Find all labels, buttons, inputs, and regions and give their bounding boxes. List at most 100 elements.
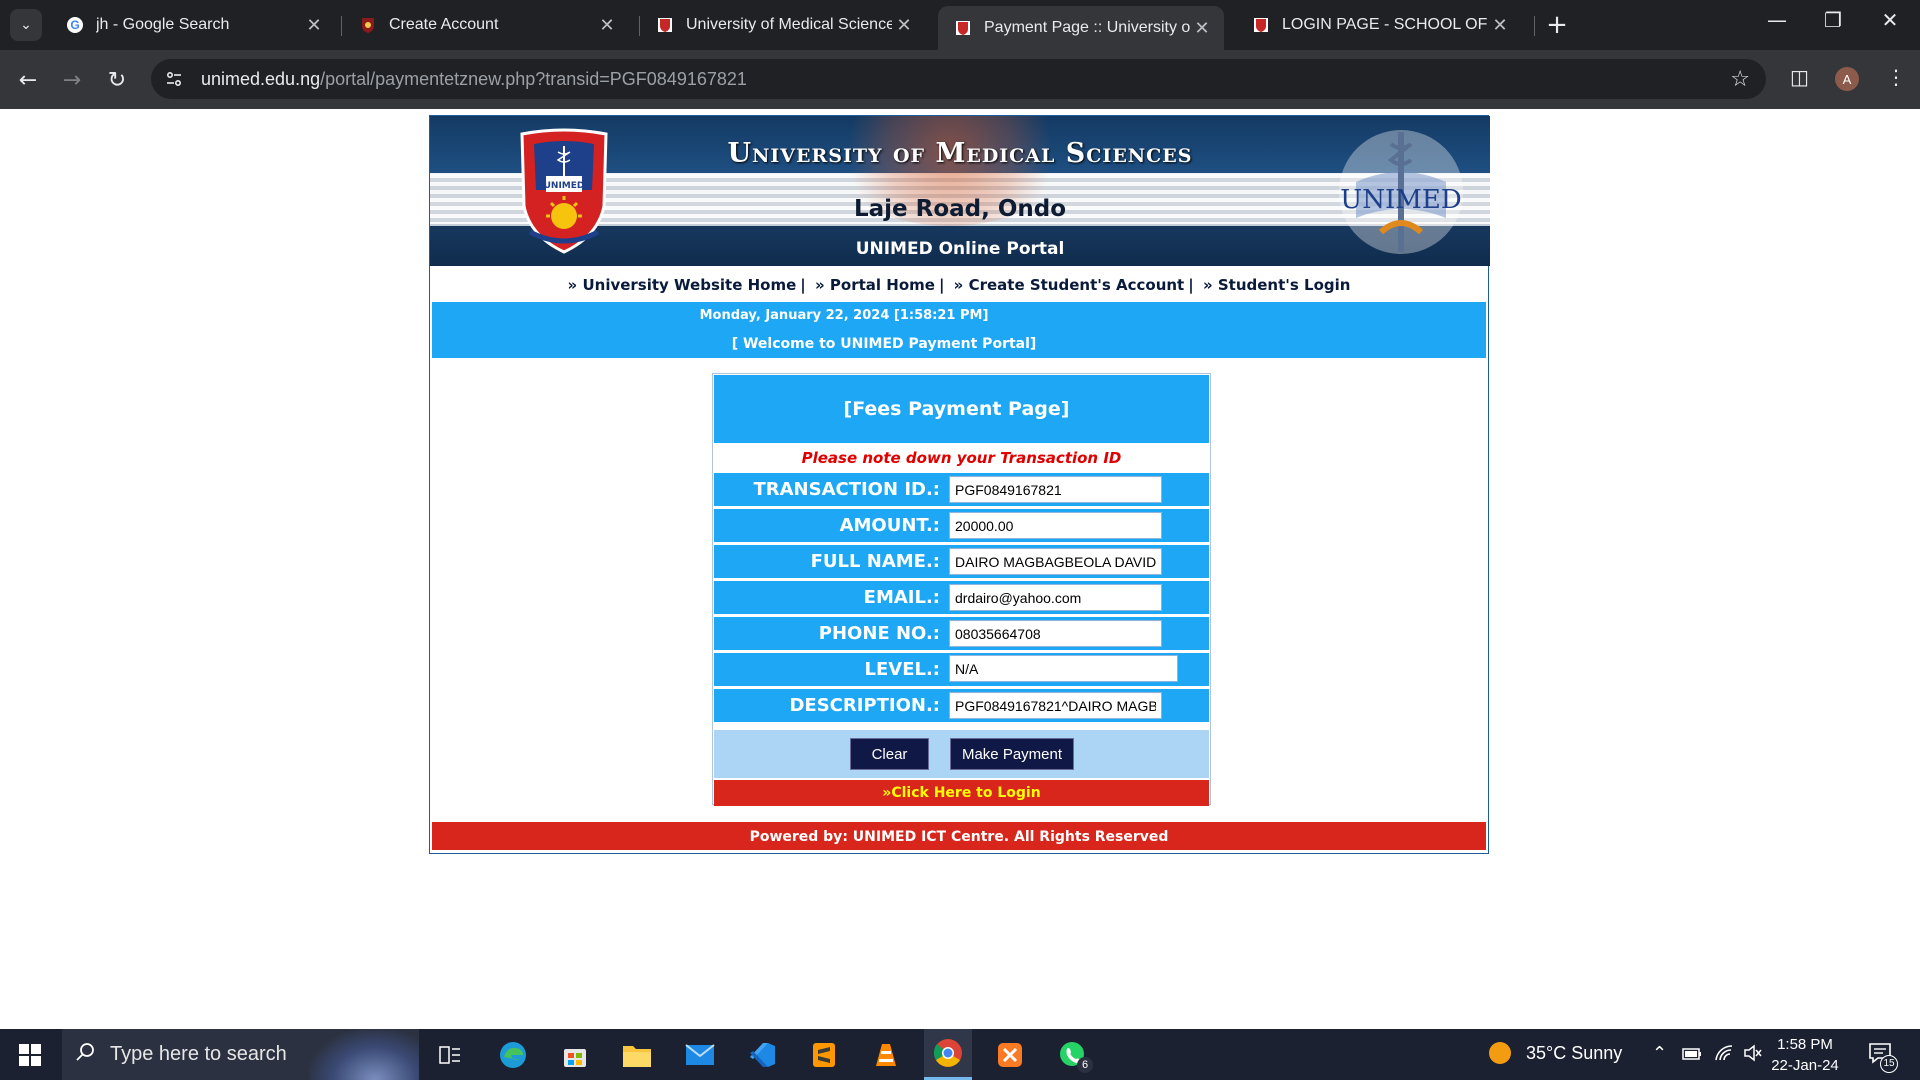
email-field[interactable] — [949, 584, 1162, 611]
weather-text[interactable]: 35°C Sunny — [1526, 1043, 1622, 1064]
level-field[interactable] — [949, 655, 1178, 682]
field-label: AMOUNT.: — [839, 515, 940, 536]
windows-taskbar: Type here to search 6 35°C Sunny ⌃ 1:58 … — [0, 1029, 1920, 1080]
close-window-icon[interactable]: ✕ — [1870, 8, 1910, 32]
field-label: PHONE NO.: — [818, 623, 940, 644]
page-viewport: UNIMED University of Medical Sciences La… — [0, 109, 1920, 1029]
tab-university-home[interactable]: University of Medical Sciences, Ondo ✕ — [640, 8, 926, 42]
field-label: DESCRIPTION.: — [789, 695, 940, 716]
nav-students-login[interactable]: » Student's Login — [1203, 276, 1351, 294]
profile-avatar[interactable]: A — [1835, 67, 1859, 91]
fees-payment-form: [Fees Payment Page] Please note down you… — [712, 373, 1211, 806]
form-heading: [Fees Payment Page] — [714, 375, 1209, 443]
microsoft-store-icon[interactable] — [557, 1037, 593, 1073]
bookmark-star-icon[interactable]: ☆ — [1730, 67, 1750, 92]
close-tab-icon[interactable]: ✕ — [1190, 18, 1214, 39]
tab-google-search[interactable]: G jh - Google Search ✕ — [50, 8, 336, 42]
make-payment-button[interactable]: Make Payment — [950, 738, 1074, 770]
tab-title: University of Medical Sciences, Ondo — [686, 16, 892, 33]
wifi-icon[interactable] — [1714, 1044, 1734, 1067]
sublime-text-icon[interactable] — [806, 1037, 842, 1073]
tab-title: Payment Page :: University of Medical Sc… — [984, 19, 1190, 36]
welcome-message: [ Welcome to UNIMED Payment Portal] — [731, 336, 1037, 352]
tab-title: jh - Google Search — [96, 16, 230, 33]
close-tab-icon[interactable]: ✕ — [892, 15, 916, 36]
click-here-to-login-link[interactable]: »Click Here to Login — [714, 780, 1209, 806]
taskbar-clock[interactable]: 1:58 PM 22-Jan-24 — [1770, 1034, 1840, 1076]
field-label: FULL NAME.: — [810, 551, 940, 572]
vscode-icon[interactable] — [744, 1037, 780, 1073]
clear-button[interactable]: Clear — [850, 738, 929, 770]
current-date-time: Monday, January 22, 2024 [1:58:21 PM] — [699, 308, 989, 323]
portal-navigation: » University Website Home | » Portal Home… — [567, 276, 1351, 294]
battery-icon[interactable] — [1682, 1045, 1702, 1066]
form-row-full-name: FULL NAME.: — [714, 542, 1209, 578]
forward-arrow-icon[interactable]: → — [56, 64, 88, 96]
back-arrow-icon[interactable]: ← — [12, 64, 44, 96]
chrome-icon[interactable] — [924, 1029, 972, 1080]
file-explorer-icon[interactable] — [619, 1037, 655, 1073]
search-icon — [76, 1042, 96, 1067]
form-row-amount: AMOUNT.: — [714, 506, 1209, 542]
field-label: LEVEL.: — [864, 659, 941, 680]
clock-time: 1:58 PM — [1777, 1036, 1833, 1053]
nav-university-website-home[interactable]: » University Website Home — [568, 276, 797, 294]
whatsapp-badge: 6 — [1077, 1057, 1093, 1073]
date-welcome-bar: Monday, January 22, 2024 [1:58:21 PM] [ … — [432, 302, 1486, 358]
form-row-phone: PHONE NO.: — [714, 614, 1209, 650]
crest-lettering: UNIMED — [544, 181, 585, 191]
edge-browser-icon[interactable] — [495, 1037, 531, 1073]
site-banner: UNIMED University of Medical Sciences La… — [430, 116, 1490, 266]
site-settings-icon[interactable] — [161, 66, 187, 92]
unimed-crest-icon — [954, 19, 972, 37]
url-text: unimed.edu.ng/portal/paymentetznew.php?t… — [201, 68, 747, 89]
form-row-level: LEVEL.: — [714, 650, 1209, 686]
unimed-crest-icon — [359, 16, 377, 34]
tab-postgraduate-login[interactable]: LOGIN PAGE - SCHOOL OF POSTGRADUATE ✕ — [1236, 8, 1522, 42]
nav-portal-home[interactable]: » Portal Home — [815, 276, 935, 294]
xampp-icon[interactable] — [992, 1037, 1028, 1073]
nav-create-students-account[interactable]: » Create Student's Account — [954, 276, 1185, 294]
close-tab-icon[interactable]: ✕ — [1488, 15, 1512, 36]
mail-icon[interactable] — [682, 1037, 718, 1073]
close-tab-icon[interactable]: ✕ — [302, 15, 326, 36]
amount-field[interactable] — [949, 512, 1162, 539]
minimize-window-icon[interactable]: — — [1757, 8, 1797, 32]
close-tab-icon[interactable]: ✕ — [595, 15, 619, 36]
weather-sun-icon[interactable] — [1488, 1041, 1512, 1070]
whatsapp-icon[interactable]: 6 — [1055, 1037, 1093, 1073]
tab-payment-page[interactable]: Payment Page :: University of Medical Sc… — [938, 6, 1224, 50]
restore-window-icon[interactable]: ❐ — [1813, 8, 1853, 32]
show-hidden-icons-chevron-icon[interactable]: ⌃ — [1652, 1043, 1667, 1064]
form-button-row: Clear Make Payment — [714, 730, 1209, 778]
phone-number-field[interactable] — [949, 620, 1162, 647]
unimed-crest-icon — [656, 16, 674, 34]
windows-start-icon[interactable] — [12, 1037, 48, 1073]
portal-container: UNIMED University of Medical Sciences La… — [429, 115, 1490, 854]
transaction-id-field[interactable] — [949, 476, 1162, 503]
new-tab-button[interactable]: + — [1542, 10, 1572, 40]
description-field[interactable] — [949, 692, 1162, 719]
address-bar[interactable]: unimed.edu.ng/portal/paymentetznew.php?t… — [151, 59, 1766, 99]
more-menu-icon[interactable]: ⋮ — [1886, 65, 1906, 89]
chevron-down-icon: ⌄ — [20, 17, 32, 33]
transaction-id-note: Please note down your Transaction ID — [714, 446, 1209, 470]
browser-toolbar: ← → ↻ unimed.edu.ng/portal/paymentetznew… — [0, 50, 1920, 109]
speaker-muted-icon[interactable] — [1743, 1043, 1763, 1068]
field-label: EMAIL.: — [863, 587, 940, 608]
notifications-icon[interactable]: 15 — [1868, 1041, 1898, 1073]
tab-title: LOGIN PAGE - SCHOOL OF POSTGRADUATE — [1282, 16, 1488, 33]
reload-icon[interactable]: ↻ — [101, 64, 133, 96]
tab-search-dropdown-button[interactable]: ⌄ — [10, 9, 42, 41]
field-label: TRANSACTION ID.: — [753, 479, 940, 500]
side-panel-icon[interactable]: ◫ — [1790, 65, 1809, 89]
notifications-badge: 15 — [1880, 1055, 1898, 1073]
form-row-description: DESCRIPTION.: — [714, 686, 1209, 722]
tab-create-account[interactable]: Create Account ✕ — [343, 8, 629, 42]
taskbar-search-box[interactable]: Type here to search — [62, 1029, 419, 1080]
full-name-field[interactable] — [949, 548, 1162, 575]
vlc-icon[interactable] — [868, 1037, 904, 1073]
task-view-icon[interactable] — [432, 1037, 468, 1073]
clock-date: 22-Jan-24 — [1771, 1057, 1839, 1074]
search-highlight-image — [309, 1029, 419, 1080]
